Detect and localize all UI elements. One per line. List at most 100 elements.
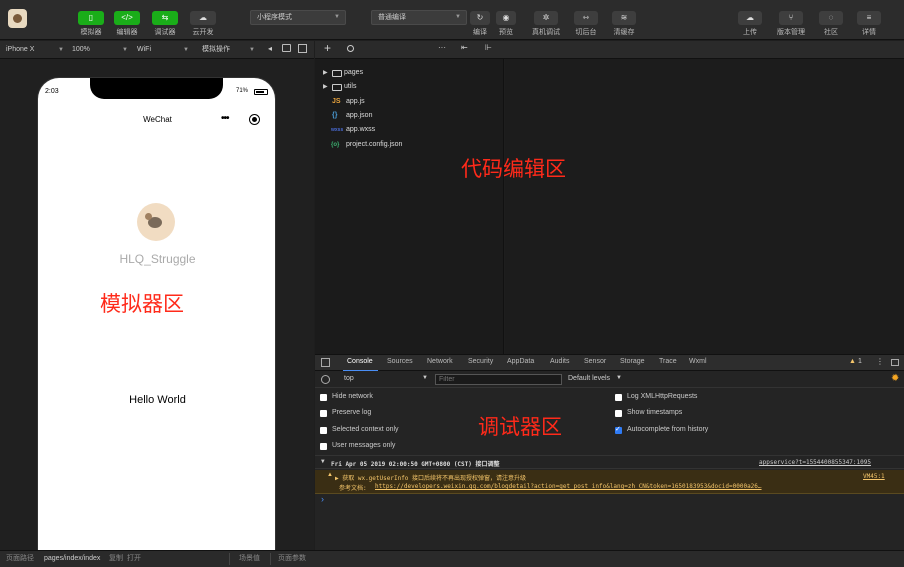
background-button[interactable]: ⇿ 切后台 [568, 5, 604, 37]
nav-title: WeChat [143, 115, 172, 124]
dock-icon[interactable] [891, 359, 899, 366]
network-select-value: WiFi [137, 46, 151, 53]
simulate-operation-select[interactable]: 模拟操作 ▼ [202, 44, 255, 56]
log-levels-select[interactable]: Default levels [568, 375, 610, 382]
context-select[interactable]: top ▼ [344, 375, 428, 385]
more-vertical-icon[interactable]: ⋮ [876, 357, 884, 366]
details-button-label: 详情 [862, 29, 876, 36]
warning-message: ▶ 获取 wx.getUserInfo 接口后续将不再出现授权弹窗，请注意升级 [335, 475, 527, 482]
warning-text: 获取 wx.getUserInfo 接口后续将不再出现授权弹窗，请注意升级 [342, 475, 527, 482]
tab-wxml[interactable]: Wxml [689, 358, 707, 365]
copy-path-link[interactable]: 复制 [109, 551, 123, 567]
community-button[interactable]: ◌ 社区 [813, 5, 849, 37]
tree-item-pages[interactable]: ▶ pages [315, 66, 503, 80]
tab-security[interactable]: Security [468, 358, 493, 365]
tab-console[interactable]: Console [347, 358, 373, 365]
version-management-button[interactable]: ⑂ 版本管理 [773, 5, 809, 37]
autocomplete-checkbox[interactable] [615, 425, 622, 434]
close-capsule-icon[interactable] [249, 114, 260, 125]
cloud-icon: ☁ [190, 11, 216, 25]
branch-icon: ⑂ [779, 11, 803, 25]
tree-item-app-json[interactable]: {} app.json [315, 109, 503, 123]
simulator-button[interactable]: ▯ 模拟器 [73, 5, 109, 37]
device-select[interactable]: iPhone X ▼ [6, 44, 64, 56]
main-toolbar: ▯ 模拟器 </> 编辑器 ⇆ 调试器 ☁ 云开发 小程序模式 ▼ 普通编译 ▼… [0, 0, 904, 40]
tree-item-app-js[interactable]: JS app.js [315, 95, 503, 109]
user-messages-checkbox[interactable] [320, 443, 327, 450]
tree-item-label: project.config.json [346, 141, 403, 148]
search-icon[interactable] [347, 45, 354, 52]
tab-trace[interactable]: Trace [659, 358, 677, 365]
collapse-icon[interactable]: ⇤ [461, 43, 468, 52]
chevron-down-icon: ▼ [58, 47, 64, 53]
tab-sensor[interactable]: Sensor [584, 358, 606, 365]
log-group-source-link[interactable]: appservice?t=1554400855347:1095 [759, 459, 871, 466]
preview-button[interactable]: ◉ 预览 [488, 5, 524, 37]
tab-sources[interactable]: Sources [387, 358, 413, 365]
log-xhr-checkbox[interactable] [615, 394, 622, 401]
debugger-button[interactable]: ⇆ 调试器 [147, 5, 183, 37]
editor-button[interactable]: </> 编辑器 [109, 5, 145, 37]
clear-console-icon[interactable] [321, 375, 330, 384]
real-device-debug-button[interactable]: ✲ 真机调试 [528, 5, 564, 37]
wxss-file-icon: wxss [331, 127, 344, 133]
status-battery: 71% [236, 88, 249, 94]
clear-cache-button[interactable]: ≋ 清缓存 [606, 5, 642, 37]
chevron-down-icon: ▼ [122, 47, 128, 53]
details-button[interactable]: ≡ 详情 [851, 5, 887, 37]
more-icon[interactable]: ··· [438, 43, 446, 52]
mode-select[interactable]: 小程序模式 ▼ [250, 10, 346, 25]
tab-appdata[interactable]: AppData [507, 358, 534, 365]
tree-item-app-wxss[interactable]: wxss app.wxss [315, 123, 503, 137]
tab-audits[interactable]: Audits [550, 358, 569, 365]
settings-gear-icon[interactable]: ✹ [891, 373, 899, 384]
tree-item-project-config[interactable]: {o} project.config.json [315, 138, 503, 152]
expand-arrow-icon[interactable]: ▶ [323, 80, 328, 94]
zoom-select-value: 100% [72, 46, 90, 53]
rotate-icon[interactable] [282, 44, 291, 52]
phone-screen[interactable]: 2:03 71% WeChat ••• HLQ_Struggle 模拟器区 He… [37, 77, 276, 550]
expand-arrow-icon[interactable]: ▶ [323, 66, 328, 80]
warning-icon[interactable]: ▲ [849, 358, 856, 365]
hide-network-checkbox[interactable] [320, 394, 327, 401]
console-prompt[interactable]: › [321, 494, 324, 504]
warning-row[interactable]: ▲ ▶ 获取 wx.getUserInfo 接口后续将不再出现授权弹窗，请注意升… [315, 470, 904, 494]
debug-icon: ⇆ [152, 11, 178, 25]
tab-storage[interactable]: Storage [620, 358, 645, 365]
console-filter-input[interactable] [435, 374, 562, 385]
battery-icon [254, 89, 268, 95]
reference-doc-link[interactable]: https://developers.weixin.qq.com/blogdet… [375, 483, 820, 490]
log-group-row[interactable]: ▼ Fri Apr 05 2019 02:00:50 GMT+0800 (CST… [315, 455, 904, 469]
collapse-arrow-icon[interactable]: ▼ [321, 458, 325, 465]
detach-window-icon[interactable] [298, 44, 307, 53]
scene-value-button[interactable]: 场景值 [239, 551, 260, 567]
zoom-select[interactable]: 100% ▼ [72, 44, 128, 56]
code-editor-area[interactable] [505, 59, 904, 354]
volume-icon[interactable]: ◂ [268, 44, 272, 53]
cloud-dev-button[interactable]: ☁ 云开发 [185, 5, 221, 37]
device-select-value: iPhone X [6, 46, 35, 53]
inspect-element-icon[interactable] [321, 358, 330, 367]
reference-doc-label: 参考文档: [339, 485, 367, 492]
split-view-icon[interactable]: ⊩ [485, 43, 492, 52]
user-avatar-icon[interactable] [8, 9, 27, 28]
compile-mode-select[interactable]: 普通编译 ▼ [371, 10, 467, 25]
more-options-icon[interactable]: ••• [221, 113, 229, 124]
open-path-link[interactable]: 打开 [127, 551, 141, 567]
version-management-label: 版本管理 [777, 29, 805, 36]
tab-network[interactable]: Network [427, 358, 453, 365]
page-params-button[interactable]: 页面参数 [278, 551, 306, 567]
selected-context-checkbox[interactable] [320, 427, 327, 434]
autocomplete-label: Autocomplete from history [627, 426, 709, 433]
page-path: pages/index/index [44, 555, 101, 562]
upload-button[interactable]: ☁ 上传 [732, 5, 768, 37]
tree-item-label: pages [344, 69, 364, 76]
switch-background-icon: ⇿ [574, 11, 598, 25]
tree-item-utils[interactable]: ▶ utils [315, 80, 503, 94]
preserve-log-checkbox[interactable] [320, 410, 327, 417]
add-file-icon[interactable]: + [324, 41, 331, 55]
show-timestamps-checkbox[interactable] [615, 410, 622, 417]
warning-source-link[interactable]: VM45:1 [863, 473, 885, 480]
cloud-dev-button-label: 云开发 [192, 29, 214, 36]
network-select[interactable]: WiFi ▼ [137, 44, 189, 56]
